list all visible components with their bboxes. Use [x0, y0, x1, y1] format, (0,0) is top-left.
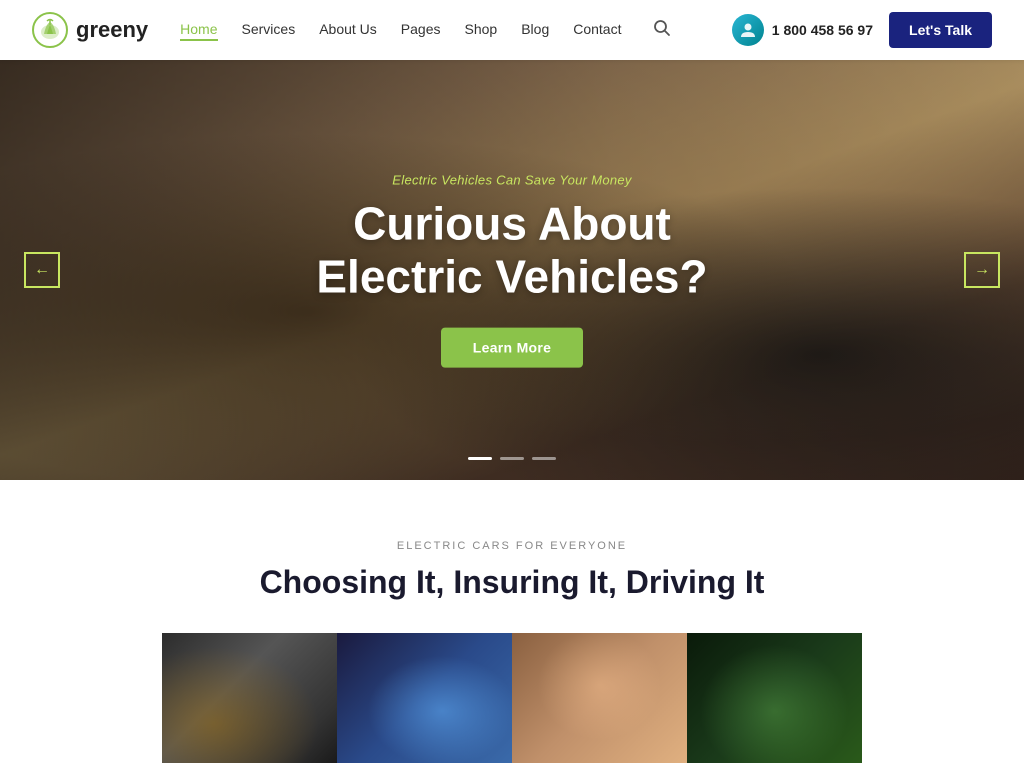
nav-link-about[interactable]: About Us	[319, 21, 377, 37]
search-icon[interactable]	[653, 19, 671, 42]
logo-text: greeny	[76, 17, 148, 43]
card-3-image	[512, 633, 687, 763]
navbar: greeny Home Services About Us Pages Shop…	[0, 0, 1024, 60]
hero-dot-3[interactable]	[532, 457, 556, 460]
cards-row	[32, 633, 992, 763]
hero-dot-1[interactable]	[468, 457, 492, 460]
hero-arrow-left[interactable]: ←	[24, 252, 60, 288]
nav-item-blog[interactable]: Blog	[521, 21, 549, 39]
cards-section: ELECTRIC CARS FOR EVERYONE Choosing It, …	[0, 480, 1024, 763]
hero-eyebrow: Electric Vehicles Can Save Your Money	[212, 173, 812, 188]
card-1-image	[162, 633, 337, 763]
hero-section: ← Electric Vehicles Can Save Your Money …	[0, 60, 1024, 480]
nav-item-home[interactable]: Home	[180, 21, 217, 39]
phone-avatar	[732, 14, 764, 46]
hero-arrow-right[interactable]: →	[964, 252, 1000, 288]
nav-item-services[interactable]: Services	[242, 21, 296, 39]
navbar-right: 1 800 458 56 97 Let's Talk	[732, 12, 992, 48]
card-4[interactable]	[687, 633, 862, 763]
nav-links: Home Services About Us Pages Shop Blog C…	[180, 21, 621, 39]
phone-number: 1 800 458 56 97	[772, 22, 873, 38]
phone-area: 1 800 458 56 97	[732, 14, 873, 46]
navbar-left: greeny Home Services About Us Pages Shop…	[32, 12, 671, 48]
nav-item-pages[interactable]: Pages	[401, 21, 441, 39]
lets-talk-button[interactable]: Let's Talk	[889, 12, 992, 48]
card-1[interactable]	[162, 633, 337, 763]
nav-item-about[interactable]: About Us	[319, 21, 377, 39]
nav-link-services[interactable]: Services	[242, 21, 296, 37]
section-title: Choosing It, Insuring It, Driving It	[32, 564, 992, 601]
nav-link-contact[interactable]: Contact	[573, 21, 621, 37]
card-4-image	[687, 633, 862, 763]
nav-link-blog[interactable]: Blog	[521, 21, 549, 37]
nav-item-shop[interactable]: Shop	[465, 21, 498, 39]
hero-dot-2[interactable]	[500, 457, 524, 460]
hero-title: Curious AboutElectric Vehicles?	[212, 198, 812, 304]
nav-item-contact[interactable]: Contact	[573, 21, 621, 39]
nav-link-pages[interactable]: Pages	[401, 21, 441, 37]
logo-icon	[32, 12, 68, 48]
section-eyebrow: ELECTRIC CARS FOR EVERYONE	[32, 540, 992, 552]
hero-content: Electric Vehicles Can Save Your Money Cu…	[212, 173, 812, 368]
logo[interactable]: greeny	[32, 12, 148, 48]
card-2[interactable]	[337, 633, 512, 763]
hero-dots	[468, 457, 556, 460]
hero-learn-more-button[interactable]: Learn More	[441, 327, 583, 367]
card-2-image	[337, 633, 512, 763]
card-3[interactable]	[512, 633, 687, 763]
nav-link-shop[interactable]: Shop	[465, 21, 498, 37]
nav-link-home[interactable]: Home	[180, 21, 217, 41]
